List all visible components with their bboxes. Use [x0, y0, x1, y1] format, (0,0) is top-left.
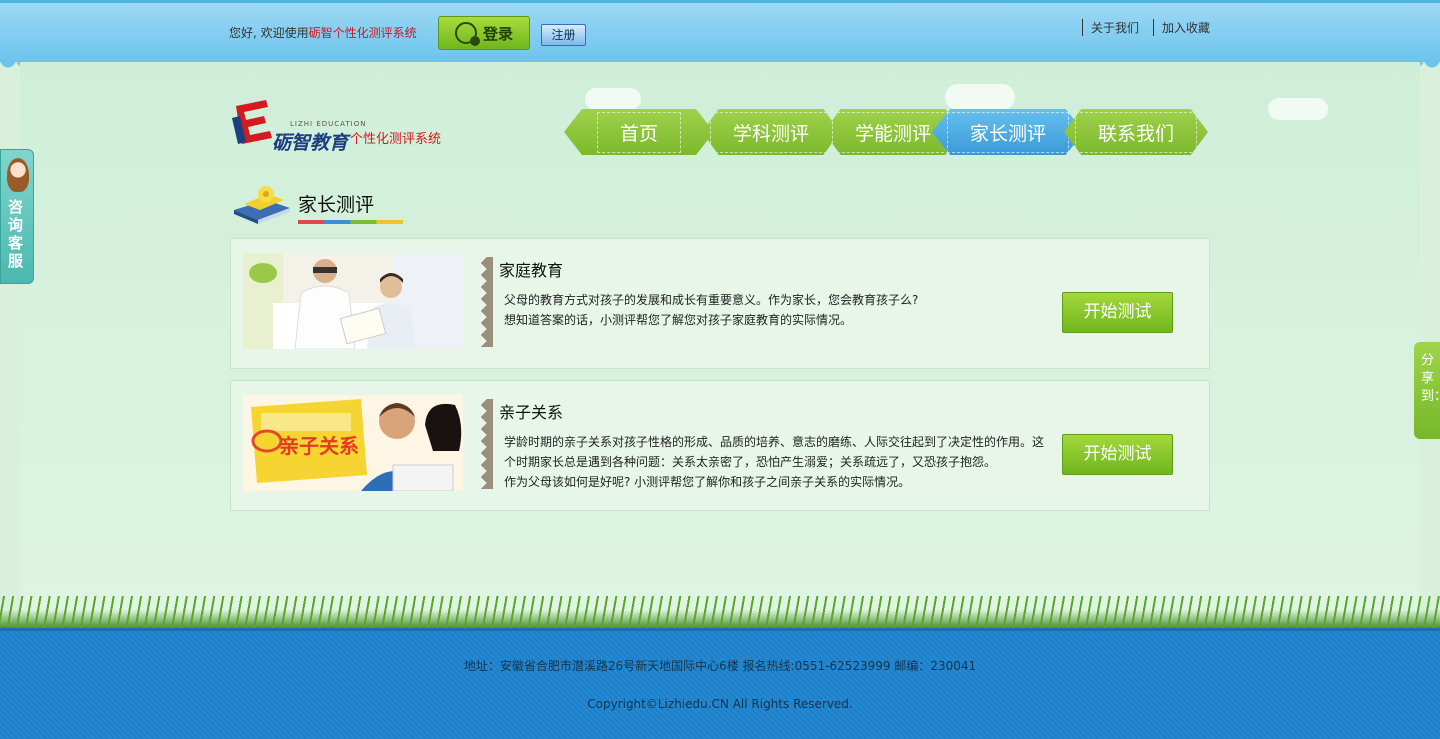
nav-tab-label: 首页 — [596, 111, 681, 153]
start-test-button[interactable]: 开始测试 — [1062, 292, 1173, 333]
start-test-button[interactable]: 开始测试 — [1062, 434, 1173, 475]
top-bar: 您好, 欢迎使用砺智个性化测评系统 登录 注册 关于我们 加入收藏 — [0, 0, 1440, 70]
share-label: 分享到： — [1421, 353, 1440, 404]
footer-address: 地址：安徽省合肥市潜溪路26号新天地国际中心6楼 报名热线:0551-62523… — [463, 659, 977, 673]
online-consult-tab[interactable]: 咨询客服 — [0, 149, 34, 284]
parent-child-image: 亲子关系 — [243, 395, 463, 491]
support-avatar-icon — [7, 158, 29, 192]
books-icon — [234, 186, 290, 224]
top-links: 关于我们 加入收藏 — [1081, 19, 1210, 36]
card-description-line: 学龄时期的亲子关系对孩子性格的形成、品质的培养、意志的磨练、人际交往起到了决定性… — [504, 435, 1045, 449]
card-description-line: 父母的教育方式对孩子的发展和成长有重要意义。作为家长，您会教育孩子么? — [504, 293, 919, 307]
welcome-prefix: 您好, 欢迎使用 — [229, 26, 309, 40]
about-us-link[interactable]: 关于我们 — [1081, 19, 1139, 36]
welcome-message: 您好, 欢迎使用砺智个性化测评系统 — [229, 24, 417, 41]
cloud-decoration — [585, 88, 641, 110]
card-ribbon — [481, 257, 493, 347]
card-description: 学龄时期的亲子关系对孩子性格的形成、品质的培养、意志的磨练、人际交往起到了决定性… — [504, 432, 1044, 492]
user-icon — [454, 22, 480, 46]
image-caption: 亲子关系 — [279, 434, 359, 458]
family-education-image — [243, 253, 463, 349]
section-title: 家长测评 — [298, 194, 375, 216]
add-favorite-link[interactable]: 加入收藏 — [1152, 19, 1210, 36]
register-button[interactable]: 注册 — [541, 24, 586, 46]
test-card-parent-child: 亲子关系 亲子关系 学龄时期的亲子关系对孩子性格的形成、品质的培养、意志的磨练、… — [230, 380, 1210, 511]
main-nav: 首页 学科测评 学能测评 家长测评 联系我们 — [564, 109, 1208, 155]
grass-decoration — [0, 596, 1440, 630]
section-underline — [298, 220, 403, 224]
logo-latin: LIZHI EDUCATION — [290, 120, 367, 128]
logo-subtitle: 个性化测评系统 — [350, 132, 442, 147]
card-description-line: 个时期家长总是遇到各种问题：关系太亲密了，恐怕产生溺爱；关系疏远了，又恐孩子抱怨… — [504, 455, 997, 469]
card-description-line: 作为父母该如何是好呢? 小测评帮您了解你和孩子之间亲子关系的实际情况。 — [504, 475, 911, 489]
nav-tab-label: 学科测评 — [709, 111, 832, 153]
site-logo[interactable]: LIZHI EDUCATION 砺智教育 个性化测评系统 — [230, 96, 460, 154]
consult-label: 咨询客服 — [8, 198, 24, 270]
card-title: 亲子关系 — [499, 403, 564, 422]
cloud-decoration — [1268, 98, 1328, 120]
logo-name: 砺智教育 — [272, 132, 349, 154]
footer: 地址：安徽省合肥市潜溪路26号新天地国际中心6楼 报名热线:0551-62523… — [0, 628, 1440, 739]
nav-tab-parent[interactable]: 家长测评 — [932, 109, 1084, 155]
login-label: 登录 — [482, 24, 513, 43]
share-tab[interactable]: 分享到： — [1414, 342, 1440, 439]
welcome-brand: 砺智个性化测评系统 — [308, 26, 417, 40]
card-ribbon — [481, 399, 493, 489]
card-description-line: 想知道答案的话，小测评帮您了解您对孩子家庭教育的实际情况。 — [504, 313, 853, 327]
logo-mark-icon — [232, 100, 272, 144]
footer-copyright: Copyright©Lizhiedu.CN All Rights Reserve… — [587, 697, 853, 711]
cloud-decoration — [945, 84, 1015, 110]
nav-tab-contact[interactable]: 联系我们 — [1064, 109, 1208, 155]
test-card-family-education: 家庭教育 父母的教育方式对孩子的发展和成长有重要意义。作为家长，您会教育孩子么?… — [230, 238, 1210, 369]
card-title: 家庭教育 — [499, 261, 564, 280]
login-button[interactable]: 登录 — [438, 16, 530, 50]
nav-tab-home[interactable]: 首页 — [564, 109, 714, 155]
card-description: 父母的教育方式对孩子的发展和成长有重要意义。作为家长，您会教育孩子么? 想知道答… — [504, 290, 918, 330]
nav-tab-label: 家长测评 — [946, 111, 1069, 153]
nav-tab-subject[interactable]: 学科测评 — [702, 109, 840, 155]
nav-tab-label: 联系我们 — [1074, 111, 1197, 153]
